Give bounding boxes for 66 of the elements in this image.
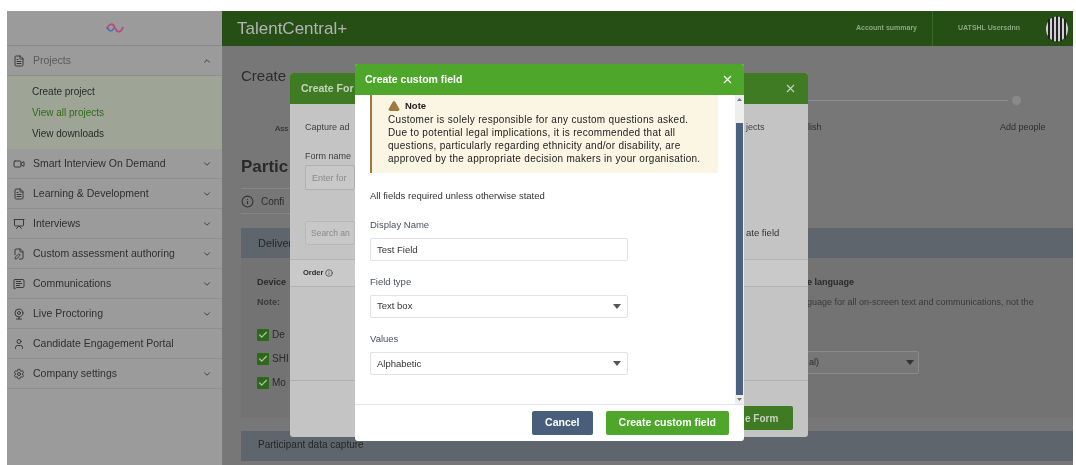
presentation-icon [13,217,25,230]
page-title: Create [241,67,287,85]
sidebar-subitem[interactable]: View all projects [7,102,222,123]
checkbox[interactable] [257,328,269,341]
info-text: Confi [261,194,285,209]
close-icon[interactable] [784,82,797,95]
info-icon [241,194,254,208]
webcam-icon [13,307,25,320]
modal-title: Create For [301,80,354,96]
checkbox-label: De [272,328,285,342]
section-title: Partic [241,157,289,177]
sidebar-item[interactable]: Company settings [7,359,222,389]
modal-description: jects [746,121,765,134]
edit-document-icon [13,247,25,260]
select-field[interactable]: Text box [370,295,628,318]
checkbox-label: Mo [272,376,286,390]
select-field[interactable]: Alphabetic [370,352,628,376]
create-form-button[interactable]: e Form [743,406,793,430]
app-title: TalentCentral+ [237,17,349,40]
caret-icon [906,360,914,365]
text-field[interactable]: Test Field [370,237,628,261]
sidebar-item[interactable]: Communications [7,269,222,299]
step-label: Ass [275,123,289,135]
sidebar-item[interactable]: Learning & Development [7,179,222,209]
logo-icon [104,23,125,33]
checkbox[interactable] [257,376,269,389]
note-title: Note [405,99,427,113]
create-custom-field-button[interactable]: Create custom field [605,411,729,435]
caret-icon [613,304,621,309]
modal-description: Capture ad [305,121,350,134]
step-label: Add people [1000,121,1046,134]
panel-title: Participant data capture [258,438,364,452]
sidebar-subitem[interactable]: View downloads [7,123,222,144]
step-label: lish [808,121,822,134]
info-icon [325,269,334,277]
field-label: Form name [305,150,351,163]
field-label: Display Name [370,217,431,232]
panel-title: Deliver [258,235,293,251]
required-hint: All fields required unless otherwise stated [370,189,546,204]
modal-title: Create custom field [365,71,463,87]
scroll-up-icon[interactable] [737,98,742,101]
scroll-down-icon[interactable] [737,398,742,401]
avatar-icon[interactable] [1045,15,1069,42]
checkbox[interactable] [257,352,269,365]
checkbox-label: SHI [272,352,289,366]
close-icon[interactable] [721,73,734,86]
warning-icon [388,100,400,113]
note-text: Customer is solely responsible for any custom questions asked. Due to potential legal implications, it is recommended that all questions, particularly regarding ethnicity and/or disability, are approved by the appropriate decision makers in your organisation. [388,113,702,166]
sidebar-subitem[interactable]: Create project [7,81,222,102]
sidebar-item[interactable]: Live Proctoring [7,299,222,329]
cancel-button[interactable]: Cancel [532,411,593,435]
devices-heading: Device [257,276,288,289]
create-field-link[interactable]: ate field [746,226,780,241]
user-icon [13,337,25,350]
caret-icon [613,361,621,367]
message-icon [13,277,25,290]
field-label: Field type [370,274,413,289]
scrollbar[interactable] [735,95,744,404]
settings-icon [13,367,25,380]
sidebar-item[interactable]: Smart Interview On Demand [7,149,222,179]
sidebar-item[interactable]: Custom assessment authoring [7,239,222,269]
note-label: Note: [257,295,281,309]
field-label: Values [370,332,400,346]
document-icon [13,187,25,200]
document-icon [13,54,25,67]
video-camera-icon [13,157,25,170]
